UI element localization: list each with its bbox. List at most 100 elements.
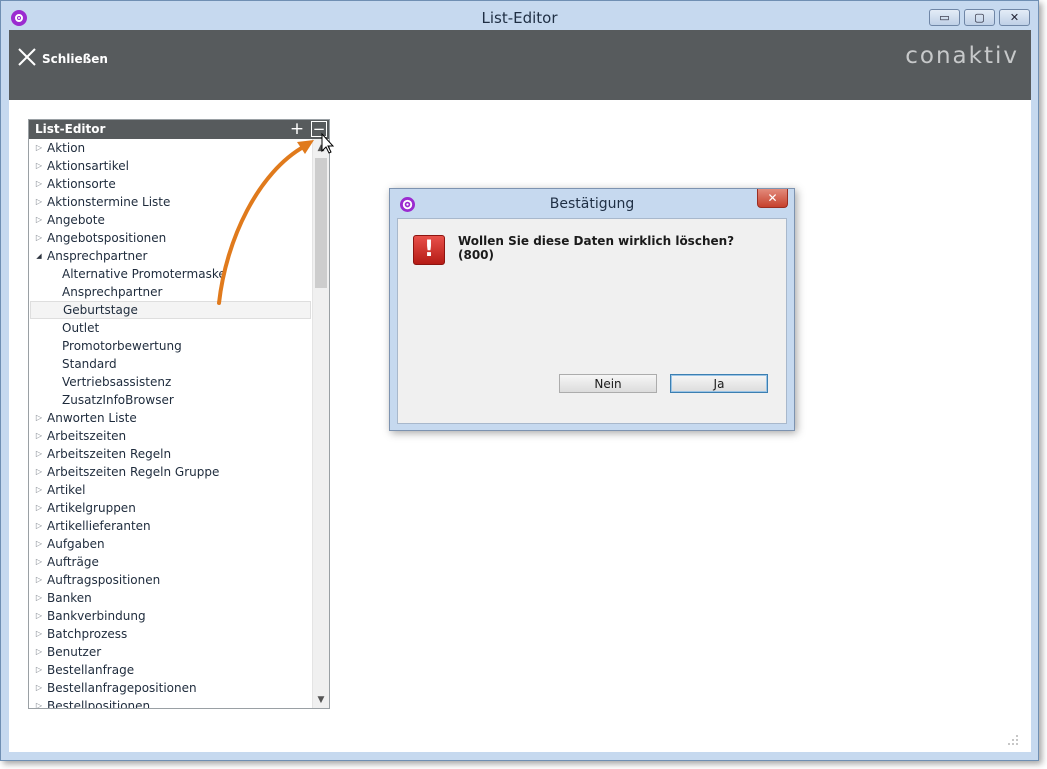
tree-child-item[interactable]: Outlet: [29, 319, 312, 337]
collapsed-triangle-icon[interactable]: ▷: [34, 499, 44, 517]
list-editor-header: List-Editor + −: [29, 120, 329, 139]
expanded-triangle-icon[interactable]: ◢: [34, 247, 44, 265]
scroll-thumb[interactable]: [315, 158, 327, 288]
tree-child-item[interactable]: Ansprechpartner: [29, 283, 312, 301]
tree-child-item[interactable]: Geburtstage: [30, 301, 311, 319]
conaktiv-logo: conaktiv: [905, 43, 1019, 69]
tree-item[interactable]: ▷ Bestellanfrage: [29, 661, 312, 679]
tree-item-label: Bestellpositionen: [47, 699, 151, 709]
tree-item[interactable]: ▷ Arbeitszeiten Regeln Gruppe: [29, 463, 312, 481]
tree-item-label: Artikellieferanten: [47, 519, 151, 533]
tree-item[interactable]: ▷ Aktion: [29, 139, 312, 157]
tree-item[interactable]: ▷ Anworten Liste: [29, 409, 312, 427]
tree-item-label: Bankverbindung: [47, 609, 146, 623]
no-button[interactable]: Nein: [559, 374, 657, 393]
tree-item[interactable]: ◢ Ansprechpartner: [29, 247, 312, 265]
tree-item-label: Arbeitszeiten Regeln Gruppe: [47, 465, 220, 479]
tree-scrollbar[interactable]: ▲ ▼: [312, 139, 329, 708]
collapsed-triangle-icon[interactable]: ▷: [34, 427, 44, 445]
dialog-title-bar[interactable]: Bestätigung ✕: [390, 189, 794, 218]
tree-item[interactable]: ▷ Artikellieferanten: [29, 517, 312, 535]
tree-item[interactable]: ▷ Arbeitszeiten: [29, 427, 312, 445]
yes-button[interactable]: Ja: [670, 374, 768, 393]
collapsed-triangle-icon[interactable]: ▷: [34, 139, 44, 157]
collapsed-triangle-icon[interactable]: ▷: [34, 481, 44, 499]
tree-item[interactable]: ▷ Artikelgruppen: [29, 499, 312, 517]
tree-item-label: Aktionsartikel: [47, 159, 129, 173]
window-title: List-Editor: [481, 9, 558, 27]
close-button[interactable]: Schließen: [17, 44, 108, 70]
collapsed-triangle-icon[interactable]: ▷: [34, 625, 44, 643]
tree-item[interactable]: ▷ Aktionsartikel: [29, 157, 312, 175]
tree-item-label: Arbeitszeiten Regeln: [47, 447, 172, 461]
collapsed-triangle-icon[interactable]: ▷: [34, 211, 44, 229]
tree-child-item[interactable]: Standard: [29, 355, 312, 373]
collapsed-triangle-icon[interactable]: ▷: [34, 517, 44, 535]
tree-child-item[interactable]: Alternative Promotermaske: [29, 265, 312, 283]
tree-item-label: Alternative Promotermaske: [62, 267, 226, 281]
tree-item[interactable]: ▷ Benutzer: [29, 643, 312, 661]
dialog-close-button[interactable]: ✕: [757, 189, 788, 208]
tree-item-label: Geburtstage: [63, 303, 138, 317]
scroll-down-icon[interactable]: ▼: [313, 691, 329, 708]
maximize-button[interactable]: ▢: [964, 9, 995, 26]
tree-item-label: Ansprechpartner: [47, 249, 148, 263]
remove-item-button[interactable]: −: [311, 121, 327, 137]
collapsed-triangle-icon[interactable]: ▷: [34, 157, 44, 175]
collapsed-triangle-icon[interactable]: ▷: [34, 463, 44, 481]
scroll-up-icon[interactable]: ▲: [313, 139, 329, 156]
tree-item-label: Aufträge: [47, 555, 99, 569]
tree-item-label: Aktion: [47, 141, 86, 155]
add-item-button[interactable]: +: [289, 120, 305, 137]
tree-item-label: Vertriebsassistenz: [62, 375, 172, 389]
confirmation-dialog: Bestätigung ✕ ! Wollen Sie diese Daten w…: [389, 188, 795, 431]
tree-item[interactable]: ▷ Bestellpositionen: [29, 697, 312, 709]
collapsed-triangle-icon[interactable]: ▷: [34, 409, 44, 427]
resize-grip-icon[interactable]: [1007, 734, 1019, 746]
window-close-button[interactable]: ✕: [999, 9, 1030, 26]
collapsed-triangle-icon[interactable]: ▷: [34, 679, 44, 697]
tree-item-label: Aufgaben: [47, 537, 105, 551]
tree-item[interactable]: ▷ Aufträge: [29, 553, 312, 571]
collapsed-triangle-icon[interactable]: ▷: [34, 445, 44, 463]
tree-child-item[interactable]: Promotorbewertung: [29, 337, 312, 355]
tree-item[interactable]: ▷ Batchprozess: [29, 625, 312, 643]
tree-item-label: Bestellanfrage: [47, 663, 135, 677]
dialog-title: Bestätigung: [549, 196, 635, 212]
tree-item-label: Standard: [62, 357, 117, 371]
collapsed-triangle-icon[interactable]: ▷: [34, 589, 44, 607]
collapsed-triangle-icon[interactable]: ▷: [34, 229, 44, 247]
tree-item-label: Angebotspositionen: [47, 231, 167, 245]
collapsed-triangle-icon[interactable]: ▷: [34, 535, 44, 553]
dialog-message-line1: Wollen Sie diese Daten wirklich löschen?: [458, 234, 735, 248]
title-bar[interactable]: List-Editor ▭ ▢ ✕: [1, 1, 1038, 31]
minimize-button[interactable]: ▭: [929, 9, 960, 26]
collapsed-triangle-icon[interactable]: ▷: [34, 175, 44, 193]
tree-item[interactable]: ▷ Bankverbindung: [29, 607, 312, 625]
tree-item[interactable]: ▷ Banken: [29, 589, 312, 607]
tree-item[interactable]: ▷ Angebote: [29, 211, 312, 229]
collapsed-triangle-icon[interactable]: ▷: [34, 193, 44, 211]
list-tree[interactable]: ▷ Aktion ▷ Aktionsartikel ▷ Aktionsorte ▷ Aktio…: [29, 139, 312, 709]
error-icon: !: [413, 235, 445, 265]
tree-item[interactable]: ▷ Aktionstermine Liste: [29, 193, 312, 211]
tree-child-item[interactable]: Vertriebsassistenz: [29, 373, 312, 391]
list-editor-panel: List-Editor + − ▷ Aktion ▷ Aktionsartikel ▷ A…: [28, 119, 330, 709]
collapsed-triangle-icon[interactable]: ▷: [34, 661, 44, 679]
collapsed-triangle-icon[interactable]: ▷: [34, 643, 44, 661]
tree-item-label: Artikelgruppen: [47, 501, 136, 515]
collapsed-triangle-icon[interactable]: ▷: [34, 571, 44, 589]
tree-item[interactable]: ▷ Artikel: [29, 481, 312, 499]
tree-item[interactable]: ▷ Bestellanfragepositionen: [29, 679, 312, 697]
tree-item[interactable]: ▷ Auftragspositionen: [29, 571, 312, 589]
tree-item-label: Aktionsorte: [47, 177, 116, 191]
tree-item[interactable]: ▷ Aufgaben: [29, 535, 312, 553]
tree-item[interactable]: ▷ Arbeitszeiten Regeln: [29, 445, 312, 463]
tree-item[interactable]: ▷ Aktionsorte: [29, 175, 312, 193]
tree-item-label: Arbeitszeiten: [47, 429, 127, 443]
tree-child-item[interactable]: ZusatzInfoBrowser: [29, 391, 312, 409]
tree-item[interactable]: ▷ Angebotspositionen: [29, 229, 312, 247]
collapsed-triangle-icon[interactable]: ▷: [34, 697, 44, 708]
collapsed-triangle-icon[interactable]: ▷: [34, 553, 44, 571]
collapsed-triangle-icon[interactable]: ▷: [34, 607, 44, 625]
